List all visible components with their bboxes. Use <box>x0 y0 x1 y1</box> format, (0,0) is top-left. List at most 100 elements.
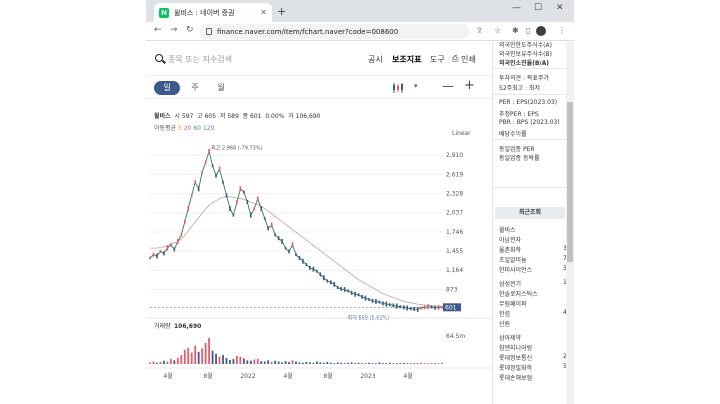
candle-mark <box>215 173 217 178</box>
candle-mark <box>197 186 200 192</box>
volume-bar <box>322 362 325 364</box>
address-toolbar: ← → ↻ finance.naver.com/item/fchart.nave… <box>146 22 574 41</box>
candle-mark <box>427 304 429 310</box>
chevron-down-icon[interactable]: ▾ <box>414 82 418 90</box>
close-value: 601 <box>250 113 262 120</box>
recent-stock-link[interactable]: 신원 <box>499 319 510 328</box>
valuation-item: 추정PER : EPS <box>499 111 539 118</box>
menu-kebab-icon[interactable]: ⋮ <box>558 26 566 35</box>
tab-close-icon[interactable]: ✕ <box>260 8 267 17</box>
volume-bar <box>423 363 426 364</box>
scrollbar-thumb[interactable] <box>567 102 573 262</box>
quote-summary: 윌비스 시 597 고 605 저 589 종 601 0.00% 거 106,… <box>154 111 320 120</box>
low-label: 저 <box>219 113 226 120</box>
candle-mark <box>420 306 422 310</box>
side-panel-icon[interactable]: ▯ <box>526 26 530 35</box>
panel-separator <box>493 94 567 95</box>
high-value: 605 <box>204 113 217 120</box>
ma5-label[interactable]: 5 <box>178 125 182 132</box>
menu-tools[interactable]: 도구 <box>430 54 445 65</box>
candle-chart-icon[interactable] <box>392 82 404 94</box>
recent-stock-link[interactable]: 윌비스 <box>499 225 516 234</box>
period-month[interactable]: 월 <box>208 81 234 95</box>
volume-bar <box>340 362 343 364</box>
candle-mark <box>340 286 342 291</box>
volume-bar <box>416 363 419 364</box>
new-tab-icon[interactable]: + <box>277 5 286 18</box>
address-bar[interactable]: finance.naver.com/item/fchart.naver?code… <box>200 24 470 39</box>
period-week[interactable]: 주 <box>182 81 208 95</box>
menu-disclosure[interactable]: 공시 <box>368 54 383 65</box>
volume-bar <box>357 362 360 364</box>
candle-mark <box>396 303 398 309</box>
extensions-icon[interactable]: ✱ <box>512 26 519 35</box>
volume-label: 거 <box>288 113 294 120</box>
volume-bar <box>201 348 204 364</box>
volume-bar <box>350 362 353 364</box>
stock-name: 윌비스 <box>154 113 171 120</box>
scale-mode-toggle[interactable]: Linear <box>452 130 471 137</box>
candle-mark <box>256 196 259 201</box>
zoom-in-button[interactable]: + <box>464 78 475 93</box>
candle-mark <box>430 305 433 309</box>
volume-bar <box>169 359 172 364</box>
industry-item: 동일업종 등락률 <box>499 155 540 162</box>
minimize-icon[interactable]: — <box>512 3 521 13</box>
recent-stock-link[interactable]: 아남전자 <box>499 235 521 244</box>
recent-stock-link[interactable]: 삼아제약 <box>499 333 521 342</box>
candle-mark <box>246 199 249 204</box>
candle-mark <box>159 249 162 253</box>
reload-icon[interactable]: ↻ <box>186 25 194 35</box>
candle-mark <box>361 294 363 299</box>
recent-stock-link[interactable]: 롯데정보통신 <box>499 353 532 362</box>
volume-bar <box>218 356 221 364</box>
back-icon[interactable]: ← <box>154 25 162 35</box>
recent-stock-link[interactable]: 율촌화학 <box>499 245 521 254</box>
close-window-icon[interactable]: ✕ <box>556 3 564 13</box>
recent-stock-link[interactable]: 롯데정밀화학 <box>499 363 532 372</box>
candle-mark <box>382 301 384 306</box>
period-day[interactable]: 일 <box>154 81 180 95</box>
candle-mark <box>392 303 395 308</box>
recent-stock-link[interactable]: 조일알미늄 <box>499 255 527 264</box>
browser-tab[interactable]: N 윌비스 : 네이버 증권 ✕ <box>154 3 272 22</box>
candle-mark <box>152 252 155 257</box>
volume-bar <box>371 363 374 364</box>
profile-avatar[interactable] <box>536 26 546 36</box>
print-icon[interactable]: ⎙ <box>452 54 458 64</box>
candle-mark <box>284 246 287 250</box>
recent-stock-link[interactable]: 롯데손해보험 <box>499 373 532 382</box>
volume-bar <box>382 363 384 364</box>
right-info-panel: 외국인한도주식수(A) 외국인보유주식수(B) 외국인소진율(B/A) 투자의견 : … <box>492 42 571 404</box>
volume-bar <box>208 338 210 364</box>
recent-stock-link[interactable]: 삼성전기 <box>499 279 521 288</box>
y-tick-label: 1,164 <box>446 267 463 274</box>
candle-mark <box>291 242 294 248</box>
recent-stock-link[interactable]: 한솔로지스틱스 <box>499 289 538 298</box>
zoom-out-button[interactable]: — <box>442 79 454 93</box>
bookmark-star-icon[interactable]: ☆ <box>494 26 501 35</box>
volume-title-value: 106,690 <box>174 323 201 330</box>
search-input[interactable]: 종목 또는 지수검색 <box>168 54 232 65</box>
volume-bar <box>267 360 270 364</box>
ma120-label[interactable]: 120 <box>203 125 214 132</box>
y-tick-label: 2,037 <box>446 210 463 217</box>
menu-print[interactable]: 인쇄 <box>461 54 476 65</box>
forward-icon[interactable]: → <box>170 25 178 35</box>
menu-indicators[interactable]: 보조지표 <box>392 54 421 65</box>
search-icon[interactable] <box>155 54 163 62</box>
candle-mark <box>211 164 214 168</box>
recent-stock-link[interactable]: 무림페이퍼 <box>499 299 527 308</box>
opinion-item: 투자의견 : 목표주가 <box>499 75 549 82</box>
maximize-icon[interactable]: ☐ <box>534 3 542 13</box>
share-icon[interactable]: ⇪ <box>476 26 483 35</box>
recent-stock-link[interactable]: 한섬 <box>499 309 510 318</box>
recent-stock-link[interactable]: 참엔지니어링 <box>499 343 532 352</box>
ma20-label[interactable]: 20 <box>184 125 192 132</box>
volume-bar <box>204 342 207 364</box>
ma60-label[interactable]: 60 <box>193 125 201 132</box>
volume-bar <box>315 361 318 364</box>
price-chart[interactable]: 2,910 2,619 2,328 2,037 1,746 1,455 1,164 873 최고… <box>146 138 492 404</box>
opinion-item: 52주최고 : 최저 <box>499 85 541 92</box>
recent-stock-link[interactable]: 한미사이언스 <box>499 265 532 274</box>
